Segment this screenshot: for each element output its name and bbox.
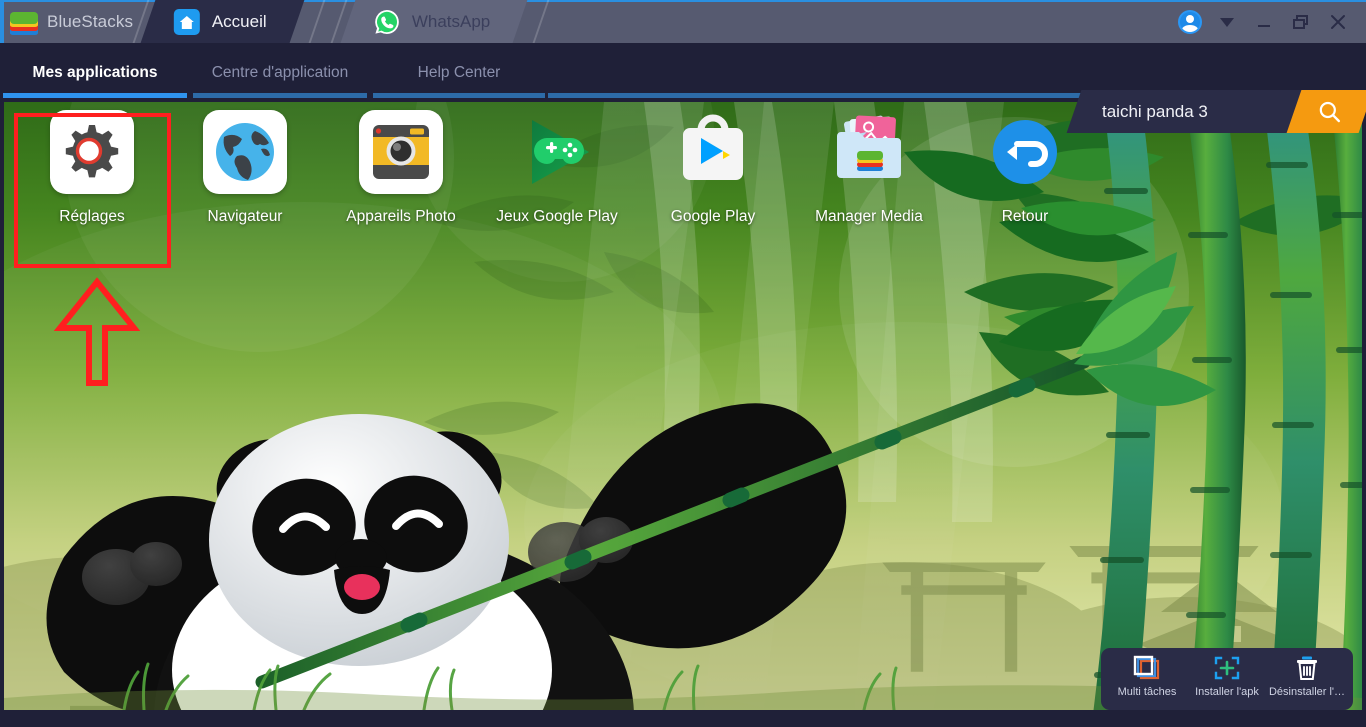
app-label: Jeux Google Play [496, 208, 618, 225]
back-arrow-icon[interactable] [983, 110, 1067, 194]
window-tab-accueil[interactable]: Accueil [140, 0, 305, 43]
account-avatar-button[interactable] [1171, 0, 1208, 43]
trash-uninstall-icon [1297, 656, 1317, 680]
multitask-windows-icon [1133, 655, 1160, 680]
window-tab-label: WhatsApp [412, 11, 491, 31]
tab-label: Centre d'application [211, 63, 349, 81]
globe-glyph [216, 123, 274, 181]
window-controls [1171, 0, 1356, 43]
camera-icon[interactable] [359, 110, 443, 194]
nav-tabs: Mes applications Centre d'application He… [0, 43, 548, 98]
titlebar-left-accent [0, 0, 4, 43]
minimize-button[interactable] [1245, 0, 1282, 43]
google-play-games-icon[interactable] [515, 110, 599, 194]
settings-gear-icon[interactable] [50, 110, 134, 194]
home-glyph [180, 15, 194, 28]
brand-area: BlueStacks [10, 0, 133, 43]
app-item-appareils-photo[interactable]: Appareils Photo [323, 110, 479, 228]
app-label: Réglages [59, 208, 125, 225]
chevron-down-icon [1219, 17, 1234, 27]
search-input[interactable] [1074, 90, 1274, 133]
app-label: Appareils Photo [346, 208, 456, 225]
tab-mes-applications[interactable]: Mes applications [0, 43, 190, 98]
tab-label: Mes applications [32, 63, 158, 81]
app-item-reglages[interactable]: Réglages [14, 110, 170, 228]
window-frame-right [1362, 43, 1366, 727]
gear-glyph [65, 125, 119, 178]
close-button[interactable] [1319, 0, 1356, 43]
app-item-navigateur[interactable]: Navigateur [167, 110, 323, 228]
play-games-glyph [532, 120, 589, 184]
media-manager-folder-icon[interactable] [827, 110, 911, 194]
tab-underline [193, 93, 367, 98]
window-frame-left [0, 43, 4, 727]
app-label: Manager Media [815, 208, 923, 225]
app-item-jeux-google-play[interactable]: Jeux Google Play [479, 110, 635, 228]
tab-label: Help Center [417, 63, 501, 81]
camera-glyph [373, 125, 429, 179]
dropdown-button[interactable] [1208, 0, 1245, 43]
window-tab-label: Accueil [212, 11, 267, 31]
media-folder-glyph [837, 115, 901, 178]
app-label: Google Play [670, 208, 756, 225]
whatsapp-glyph [375, 9, 399, 34]
tab-active-underline [3, 93, 187, 98]
search-icon [1319, 101, 1341, 122]
bluestacks-window: Réglages Navigateur Appareils Photo Jeux… [0, 0, 1366, 727]
install-apk-button[interactable]: Installer l'apk [1187, 655, 1267, 698]
uninstall-button[interactable]: Désinstaller l'… [1267, 655, 1347, 698]
tab-help-center[interactable]: Help Center [370, 43, 548, 98]
app-label: Navigateur [207, 208, 283, 225]
tab-separator [532, 0, 550, 43]
install-apk-icon [1214, 656, 1240, 680]
minimize-icon [1257, 24, 1270, 27]
play-store-glyph [683, 114, 743, 180]
search-area [1066, 90, 1366, 133]
globe-browser-icon[interactable] [203, 110, 287, 194]
install-apk-label: Installer l'apk [1195, 686, 1259, 698]
user-avatar-icon [1177, 9, 1202, 34]
brand-name: BlueStacks [47, 11, 134, 31]
google-play-store-icon[interactable] [671, 110, 755, 194]
tab-centre-application[interactable]: Centre d'application [190, 43, 370, 98]
whatsapp-icon [374, 9, 400, 35]
back-arrow-glyph [993, 120, 1057, 184]
restore-button[interactable] [1282, 0, 1319, 43]
app-item-google-play[interactable]: Google Play [635, 110, 791, 228]
tab-separator [308, 0, 326, 43]
bluestacks-logo-icon [10, 9, 38, 35]
bottom-toolbar: Multi tâches Installer l'apk Désinstalle… [1101, 648, 1353, 710]
home-icon [174, 8, 200, 35]
close-icon [1330, 14, 1345, 29]
window-tab-whatsapp[interactable]: WhatsApp [340, 0, 528, 43]
title-bar: BlueStacks Accueil WhatsApp [0, 0, 1366, 43]
navigation-bar: Mes applications Centre d'application He… [0, 43, 1366, 133]
restore-window-icon [1292, 14, 1308, 29]
window-frame-bottom [0, 710, 1366, 727]
app-item-manager-media[interactable]: Manager Media [791, 110, 947, 228]
app-label: Retour [1001, 208, 1049, 225]
search-button[interactable] [1286, 90, 1366, 133]
tab-underline [373, 93, 545, 98]
multitask-label: Multi tâches [1117, 686, 1177, 698]
multitask-button[interactable]: Multi tâches [1107, 655, 1187, 698]
uninstall-label: Désinstaller l'… [1268, 686, 1346, 698]
